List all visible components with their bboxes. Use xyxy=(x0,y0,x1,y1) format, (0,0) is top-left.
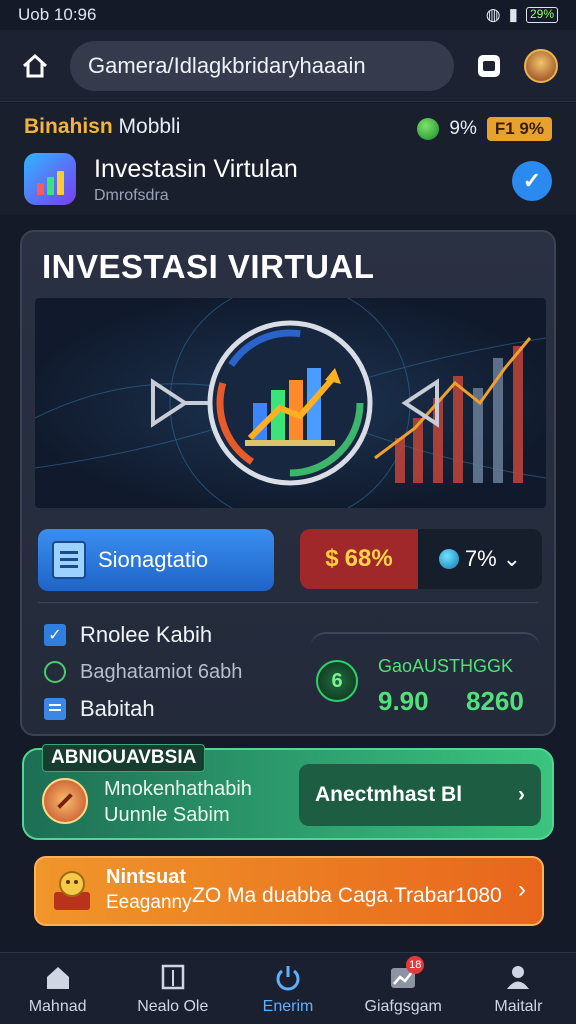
nav-item-book[interactable]: Nealo Ole xyxy=(115,953,230,1024)
promo-button-label: Anectmhast Bl xyxy=(315,783,463,806)
nav-item-chart[interactable]: 18 Giafgsgam xyxy=(346,953,461,1024)
power-icon xyxy=(276,965,300,990)
promo-line-2: Uunnle Sabim xyxy=(104,804,230,826)
list-icon xyxy=(44,698,66,720)
bottom-navigation: Mahnad Nealo Ole Enerim 18 Giafgsgam Mai… xyxy=(0,952,576,1024)
status-badge[interactable]: F1 9% xyxy=(486,117,552,141)
coin-icon: $ xyxy=(325,545,339,572)
banner-text: ZO Ma duabba Caga.Trabar1080 xyxy=(192,884,502,907)
status-time: Uob 10:96 xyxy=(18,5,97,24)
gem-icon xyxy=(438,549,459,569)
hero-illustration xyxy=(35,298,546,508)
banner-line-1: Nintsuat xyxy=(106,866,186,888)
browser-toolbar: Gamera/Idlagkbridaryhaaain xyxy=(0,30,576,102)
list-item[interactable]: Babitah xyxy=(44,691,242,727)
primary-action-button[interactable]: Sionagtatio xyxy=(38,529,274,591)
person-icon xyxy=(507,965,530,989)
chat-icon xyxy=(44,661,66,683)
promo-button[interactable]: Anectmhast Bl › xyxy=(299,764,541,826)
home-icon xyxy=(46,966,69,989)
app-header: Binahisn Mobbli 9% F1 9% Investasin Virt… xyxy=(0,103,576,215)
app-title: Investasin Virtulan xyxy=(94,155,298,183)
home-button[interactable] xyxy=(18,49,52,83)
book-icon xyxy=(161,964,185,989)
nav-label: Maitalr xyxy=(494,997,543,1015)
divider xyxy=(38,602,538,603)
promo-tag: ABNIOUAVBSIA xyxy=(42,744,206,772)
document-icon xyxy=(52,541,86,579)
status-icons: ◍ ▮ 29% xyxy=(486,5,558,25)
nav-label: Nealo Ole xyxy=(137,997,209,1015)
stat-percent-b[interactable]: 7% ⌄ xyxy=(418,529,542,589)
app-subtitle: Dmrofsdra xyxy=(94,187,169,204)
verified-check-icon[interactable]: ✓ xyxy=(512,161,552,201)
nav-item-profile[interactable]: Maitalr xyxy=(461,953,576,1024)
treasure-icon xyxy=(54,871,90,910)
promo-card: ABNIOUAVBSIA Mnokenhathabih Uunnle Sabim… xyxy=(22,744,554,840)
stat-percent-a: $ 68% xyxy=(300,529,418,589)
investment-card: INVESTASI VIRTUAL Sionagtatio $ 68% 7% ⌄… xyxy=(20,230,556,736)
growth-icon: 6 xyxy=(316,660,358,702)
tabs-icon xyxy=(478,54,500,77)
brand-suffix: Mobbli xyxy=(118,115,181,138)
primary-action-label: Sionagtatio xyxy=(98,547,209,572)
checkbox-icon[interactable]: ✓ xyxy=(44,624,66,646)
chart-icon: 18 xyxy=(388,955,425,992)
arrow-left-icon xyxy=(151,378,189,428)
list-item-label: Baghatamiot 6abh xyxy=(80,660,243,683)
header-chips: 9% F1 9% xyxy=(417,117,552,141)
notification-badge: 18 xyxy=(406,955,425,974)
nav-label: Giafgsgam xyxy=(364,997,442,1015)
list-item[interactable]: ✓ Rnolee Kabih xyxy=(44,617,242,653)
offer-banner[interactable]: Nintsuat Eeaganny ZO Ma duabba Caga.Trab… xyxy=(34,856,544,926)
home-icon xyxy=(22,53,48,77)
growth-widget: 6 GaoAUSTHGGK 9.90 8260 xyxy=(310,632,540,722)
brand-name: Binahisn xyxy=(24,115,113,138)
card-heading: INVESTASI VIRTUAL xyxy=(42,248,375,285)
battery-indicator: 29% xyxy=(525,7,558,23)
banner-line-2: Eeaganny xyxy=(106,892,192,913)
chevron-down-icon: ⌄ xyxy=(502,546,522,571)
tabs-button[interactable] xyxy=(472,49,506,83)
stats-pill[interactable]: $ 68% 7% ⌄ xyxy=(300,529,542,589)
app-logo-icon xyxy=(24,153,76,205)
growth-value-1: 9.90 xyxy=(378,686,429,716)
status-bar: Uob 10:96 ◍ ▮ 29% xyxy=(0,0,576,30)
list-item-label: Babitah xyxy=(80,696,155,721)
nav-item-home[interactable]: Mahnad xyxy=(0,953,115,1024)
growth-value-2: 8260 xyxy=(466,686,524,716)
nav-label: Mahnad xyxy=(28,997,87,1015)
list-item[interactable]: Baghatamiot 6abh xyxy=(44,654,242,690)
wifi-icon: ◍ xyxy=(485,5,501,24)
url-field[interactable]: Gamera/Idlagkbridaryhaaain xyxy=(70,40,454,91)
signal-icon: ▮ xyxy=(508,5,518,24)
growth-label: GaoAUSTHGGK xyxy=(378,656,514,676)
chevron-right-icon: › xyxy=(518,876,526,903)
chevron-right-icon: › xyxy=(518,783,525,806)
background-bars xyxy=(395,346,523,483)
status-dot-icon xyxy=(417,118,440,140)
nav-item-power[interactable]: Enerim xyxy=(230,953,345,1024)
growth-chart-illustration xyxy=(35,298,546,508)
stat-b-value: 7% xyxy=(464,546,497,571)
promo-icon xyxy=(42,778,88,824)
stat-a-value: 68% xyxy=(344,545,393,572)
option-list: ✓ Rnolee Kabih Baghatamiot 6abh Babitah xyxy=(44,617,242,728)
list-item-label: Rnolee Kabih xyxy=(80,622,213,647)
promo-line-1: Mnokenhathabih xyxy=(104,778,252,800)
chip-percent: 9% xyxy=(449,118,477,139)
nav-label: Enerim xyxy=(262,997,314,1015)
avatar[interactable] xyxy=(524,48,558,83)
